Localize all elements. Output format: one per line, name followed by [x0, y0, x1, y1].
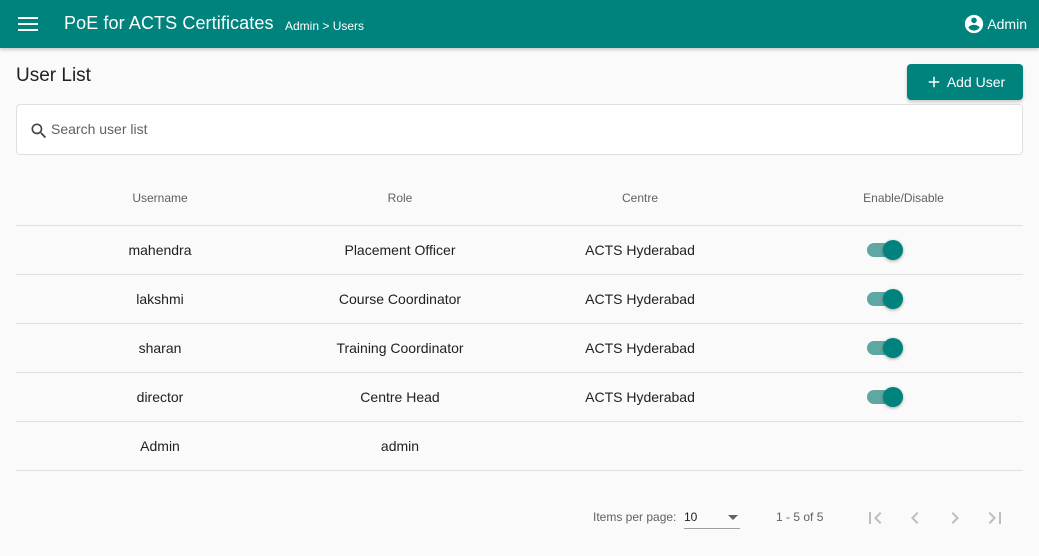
app-title: PoE for ACTS Certificates — [64, 13, 274, 33]
enable-toggle[interactable] — [866, 338, 903, 358]
cell-centre: ACTS Hyderabad — [585, 242, 695, 258]
menu-icon — [18, 17, 38, 31]
user-name-label: Admin — [987, 16, 1027, 32]
toggle-thumb — [882, 289, 903, 309]
column-header-role[interactable]: Role — [304, 191, 496, 205]
chevron-left-icon — [911, 512, 919, 524]
previous-page-button[interactable] — [903, 506, 927, 530]
add-user-label: Add User — [946, 74, 1006, 90]
dropdown-arrow-icon — [728, 515, 738, 520]
search-icon — [31, 123, 47, 139]
column-header-enable-disable: Enable/Disable — [863, 190, 944, 205]
cell-username: Admin — [140, 438, 180, 454]
search-input[interactable] — [51, 118, 991, 140]
last-page-icon — [988, 512, 1001, 524]
enable-toggle[interactable] — [866, 240, 903, 260]
paginator: Items per page: 10 1 - 5 of 5 — [16, 495, 1023, 541]
last-page-button[interactable] — [983, 506, 1007, 530]
page-size-value: 10 — [684, 510, 698, 524]
toggle-thumb — [882, 338, 903, 358]
cell-toggle — [784, 338, 1023, 358]
column-header-username[interactable]: Username — [16, 191, 304, 205]
table-row: lakshmi Course Coordinator ACTS Hyderaba… — [16, 275, 1023, 324]
cell-toggle — [784, 289, 1023, 309]
plus-icon — [928, 76, 940, 88]
cell-centre: ACTS Hyderabad — [585, 340, 695, 356]
cell-role: Course Coordinator — [338, 291, 462, 307]
cell-username: mahendra — [128, 242, 192, 258]
search-field — [16, 104, 1023, 155]
cell-role: Placement Officer — [344, 242, 456, 258]
user-table: Username Role Centre Enable/Disable mahe… — [16, 170, 1023, 471]
table-row: sharan Training Coordinator ACTS Hyderab… — [16, 324, 1023, 373]
cell-centre: ACTS Hyderabad — [585, 389, 695, 405]
cell-toggle — [784, 240, 1023, 260]
cell-role: Centre Head — [360, 389, 440, 405]
column-header-centre[interactable]: Centre — [496, 191, 784, 205]
table-row: Admin admin — [16, 422, 1023, 471]
first-page-icon — [869, 512, 882, 524]
range-label: 1 - 5 of 5 — [776, 510, 824, 524]
table-row: director Centre Head ACTS Hyderabad — [16, 373, 1023, 422]
add-user-button[interactable]: Add User — [907, 64, 1023, 100]
next-page-button[interactable] — [943, 506, 967, 530]
toggle-thumb — [882, 240, 903, 260]
enable-toggle[interactable] — [866, 289, 903, 309]
enable-toggle[interactable] — [866, 387, 903, 407]
user-menu-button[interactable]: Admin — [963, 12, 1027, 36]
menu-button[interactable] — [16, 12, 40, 36]
page-title: User List — [16, 65, 91, 86]
chevron-right-icon — [951, 512, 959, 524]
table-header-row: Username Role Centre Enable/Disable — [16, 170, 1023, 226]
first-page-button[interactable] — [863, 506, 887, 530]
items-per-page-label: Items per page: — [593, 510, 677, 524]
cell-username: sharan — [138, 340, 182, 356]
cell-username: director — [136, 389, 184, 405]
toggle-thumb — [882, 387, 903, 407]
cell-toggle — [784, 387, 1023, 407]
top-toolbar: PoE for ACTS Certificates Admin > Users … — [0, 0, 1039, 48]
breadcrumb: Admin > Users — [285, 19, 365, 33]
account-circle-icon — [965, 14, 984, 34]
cell-role: admin — [380, 438, 420, 454]
cell-centre: ACTS Hyderabad — [585, 291, 695, 307]
table-row: mahendra Placement Officer ACTS Hyderaba… — [16, 226, 1023, 275]
cell-role: Training Coordinator — [336, 340, 464, 356]
cell-username: lakshmi — [136, 291, 184, 307]
page-size-select[interactable]: 10 — [684, 507, 740, 529]
